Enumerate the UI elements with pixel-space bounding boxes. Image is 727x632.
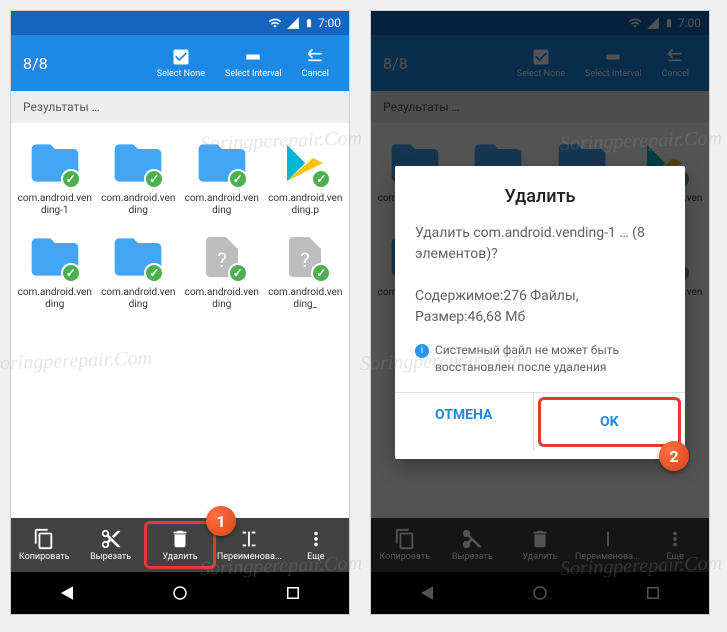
select-none-button[interactable]: Select None [149, 45, 213, 81]
back-icon[interactable] [58, 584, 76, 602]
delete-dialog: Удалить Удалить com.android.vending-1 … … [395, 166, 685, 459]
selected-check-icon [61, 169, 81, 189]
step-badge-2: 2 [659, 441, 689, 471]
file-item[interactable]: com.android.vending.p [266, 131, 346, 221]
more-button[interactable]: Еще [283, 524, 349, 566]
home-icon[interactable] [171, 584, 189, 602]
file-name-label: com.android.vending [17, 287, 93, 311]
step-badge-1: 1 [206, 506, 236, 536]
breadcrumb[interactable]: Результаты … [11, 91, 349, 123]
dialog-body: Удалить com.android.vending-1 … (8 элеме… [415, 223, 665, 328]
status-bar: 7:00 [11, 11, 349, 35]
file-name-label: com.android.vending [184, 193, 260, 217]
more-vert-icon [305, 528, 327, 550]
info-icon: i [415, 344, 429, 358]
battery-icon [304, 16, 314, 30]
dialog-overlay: Удалить Удалить com.android.vending-1 … … [371, 11, 709, 614]
file-name-label: com.android.vending [101, 287, 177, 311]
file-item[interactable]: ? com.android.vending [182, 225, 262, 315]
selected-check-icon [61, 263, 81, 283]
file-name-label: com.android.vending [101, 193, 177, 217]
dialog-warning: i Системный файл не может быть восстанов… [415, 342, 665, 376]
signal-icon [286, 16, 300, 30]
file-item[interactable]: com.android.vending [15, 225, 95, 315]
recents-icon[interactable] [284, 584, 302, 602]
dialog-title: Удалить [415, 186, 665, 207]
selection-count: 8/8 [23, 54, 149, 73]
file-item[interactable]: com.android.vending [99, 131, 179, 221]
file-name-label: com.android.vending.p [268, 193, 344, 217]
file-grid: com.android.vending-1 com.android.vendin… [11, 123, 349, 518]
phone-left: 7:00 8/8 Select None Select Interval Can… [10, 10, 350, 615]
svg-text:?: ? [217, 248, 226, 272]
trash-icon [169, 528, 191, 550]
selected-check-icon [228, 169, 248, 189]
cancel-button[interactable]: Cancel [294, 45, 337, 81]
copy-button[interactable]: Копировать [11, 524, 77, 566]
file-item[interactable]: com.android.vending-1 [15, 131, 95, 221]
file-name-label: com.android.vending [184, 287, 260, 311]
file-item[interactable]: com.android.vending [99, 225, 179, 315]
file-item[interactable]: com.android.vending [182, 131, 262, 221]
selected-check-icon [228, 263, 248, 283]
svg-text:?: ? [301, 248, 310, 272]
bottom-toolbar: Копировать Вырезать Удалить Переименова.… [11, 518, 349, 572]
delete-button[interactable]: Удалить [144, 521, 216, 569]
dialog-ok-button[interactable]: OK [538, 397, 682, 447]
android-nav-bar [11, 572, 349, 614]
cut-button[interactable]: Вырезать [77, 524, 143, 566]
app-bar: 8/8 Select None Select Interval Cancel [11, 35, 349, 91]
file-item[interactable]: ? com.android.vending_ [266, 225, 346, 315]
select-interval-button[interactable]: Select Interval [217, 45, 290, 81]
file-name-label: com.android.vending-1 [17, 193, 93, 217]
wifi-icon [268, 16, 282, 30]
phone-right: 7:00 8/8 Select None Select Interval Can… [370, 10, 710, 615]
dialog-cancel-button[interactable]: Отмена [395, 393, 534, 451]
file-name-label: com.android.vending_ [268, 287, 344, 311]
clock: 7:00 [318, 16, 341, 30]
